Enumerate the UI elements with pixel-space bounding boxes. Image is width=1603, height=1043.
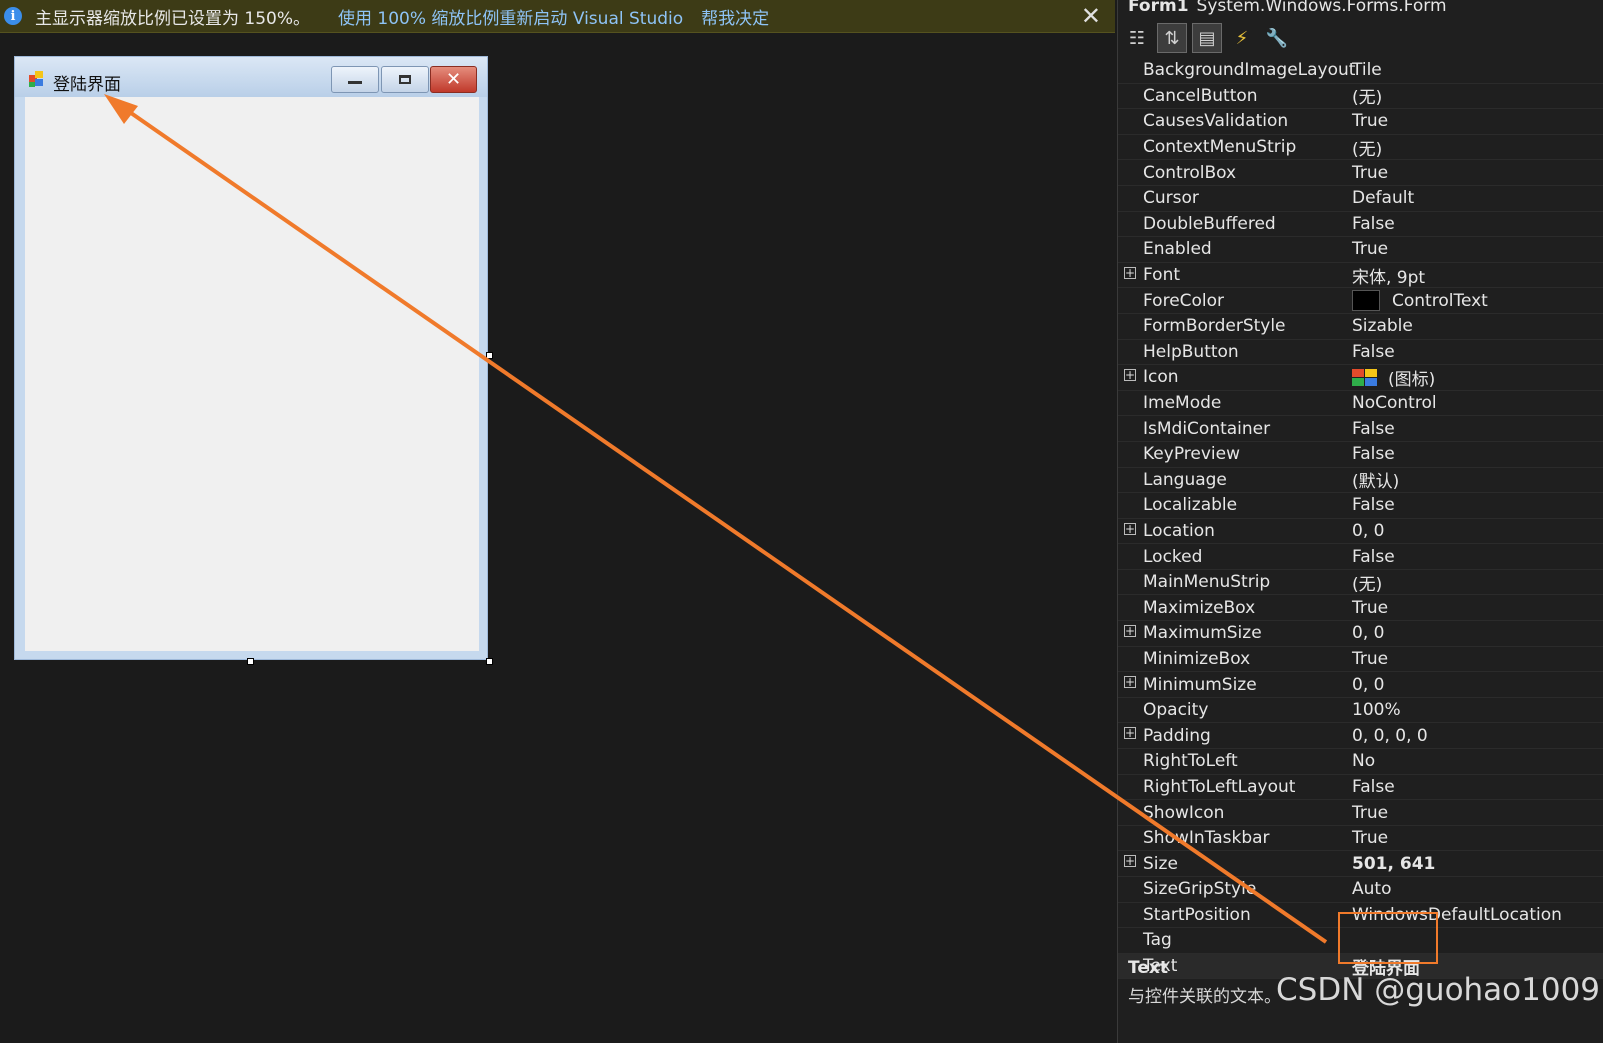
arrow-line (116, 102, 1328, 944)
arrow-head (104, 94, 138, 124)
annotation-arrow (104, 94, 1328, 944)
